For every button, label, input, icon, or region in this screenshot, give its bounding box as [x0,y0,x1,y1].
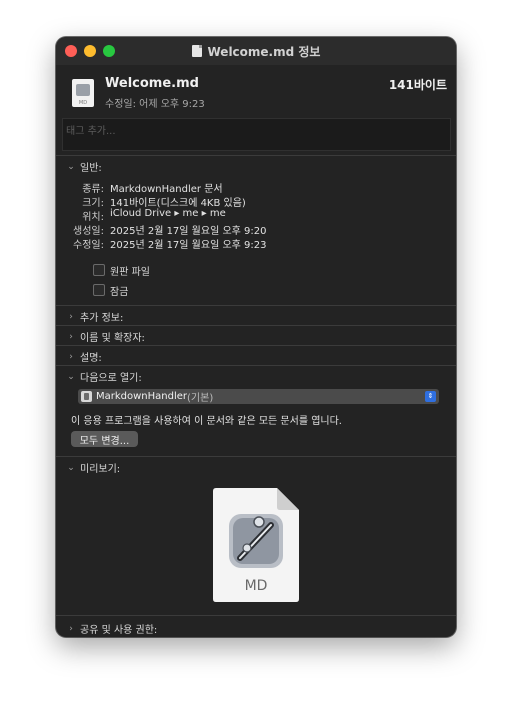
section-general-title: 일반: [80,163,102,174]
created-value: 2025년 2월 17일 월요일 오후 9:20 [110,226,267,237]
chevron-right-icon: › [69,311,73,322]
open-with-description: 이 응용 프로그램을 사용하여 이 문서와 같은 모든 문서를 엽니다. [71,416,342,427]
section-preview-header[interactable]: ⌄ 미리보기: [66,460,121,476]
window-title: Welcome.md 정보 [207,44,321,59]
section-sharing-header[interactable]: › 공유 및 사용 권한: [66,621,158,637]
divider [56,345,456,346]
preview-type-label: MD [244,578,268,594]
file-header: MD Welcome.md 141바이트 수정일: 어제 오후 9:23 [56,65,456,119]
divider [56,615,456,616]
open-with-app-name: MarkdownHandler [96,391,188,402]
window-title-group: Welcome.md 정보 [56,37,456,65]
document-icon [191,45,202,57]
chevron-right-icon: › [69,331,73,342]
section-more-info-header[interactable]: › 추가 정보: [66,309,124,325]
locked-checkbox[interactable] [93,284,105,296]
change-all-button[interactable]: 모두 변경... [71,431,138,447]
divider [56,305,456,306]
divider [56,325,456,326]
open-with-popup[interactable]: MarkdownHandler (기본) ⇕ [78,389,439,404]
chevron-down-icon: ⌄ [67,462,75,473]
title-bar: Welcome.md 정보 [56,37,456,65]
stationery-label: 원판 파일 [110,267,150,278]
section-comments-title: 설명: [80,353,102,364]
info-window: Welcome.md 정보 MD Welcome.md 141바이트 수정일: … [56,37,456,637]
markdown-handler-app-icon [81,391,92,402]
tags-field[interactable]: 태그 추가... [62,118,451,151]
chevron-down-icon: ⌄ [67,371,75,382]
kind-value: MarkdownHandler 문서 [110,184,223,195]
section-general-header[interactable]: ⌄ 일반: [66,159,102,175]
app-badge-icon [76,84,90,96]
section-name-ext-header[interactable]: › 이름 및 확장자: [66,329,145,345]
section-open-with-title: 다음으로 열기: [80,373,142,384]
chevron-right-icon: › [69,351,73,362]
created-key: 생성일: [73,226,104,237]
preview-document-icon: MD [213,488,299,602]
popup-arrows-icon: ⇕ [425,391,436,402]
where-key: 위치: [82,212,104,223]
where-value: iCloud Drive ▸ me ▸ me [110,208,226,219]
chevron-down-icon: ⌄ [67,161,75,172]
chevron-right-icon: › [69,623,73,634]
file-icon-label: MD [78,100,88,106]
stationery-checkbox[interactable] [93,264,105,276]
open-with-default: (기본) [187,393,214,404]
size-value: 141바이트(디스크에 4KB 있음) [110,198,246,209]
section-comments-header[interactable]: › 설명: [66,349,102,365]
section-sharing-title: 공유 및 사용 권한: [80,625,158,636]
section-open-with-header[interactable]: ⌄ 다음으로 열기: [66,369,142,385]
section-name-ext-title: 이름 및 확장자: [80,333,145,344]
section-more-info-title: 추가 정보: [80,313,124,324]
size-key: 크기: [82,198,104,209]
file-modified: 수정일: 어제 오후 9:23 [105,99,205,110]
modified-value: 2025년 2월 17일 월요일 오후 9:23 [110,240,267,251]
divider [56,456,456,457]
section-preview-title: 미리보기: [80,464,121,475]
modified-key: 수정일: [73,240,104,251]
divider [56,155,456,156]
kind-key: 종류: [82,184,104,195]
locked-label: 잠금 [110,287,129,298]
divider [56,365,456,366]
file-name: Welcome.md [105,76,199,91]
file-size: 141바이트 [388,78,447,92]
document-icon: MD [72,79,94,107]
